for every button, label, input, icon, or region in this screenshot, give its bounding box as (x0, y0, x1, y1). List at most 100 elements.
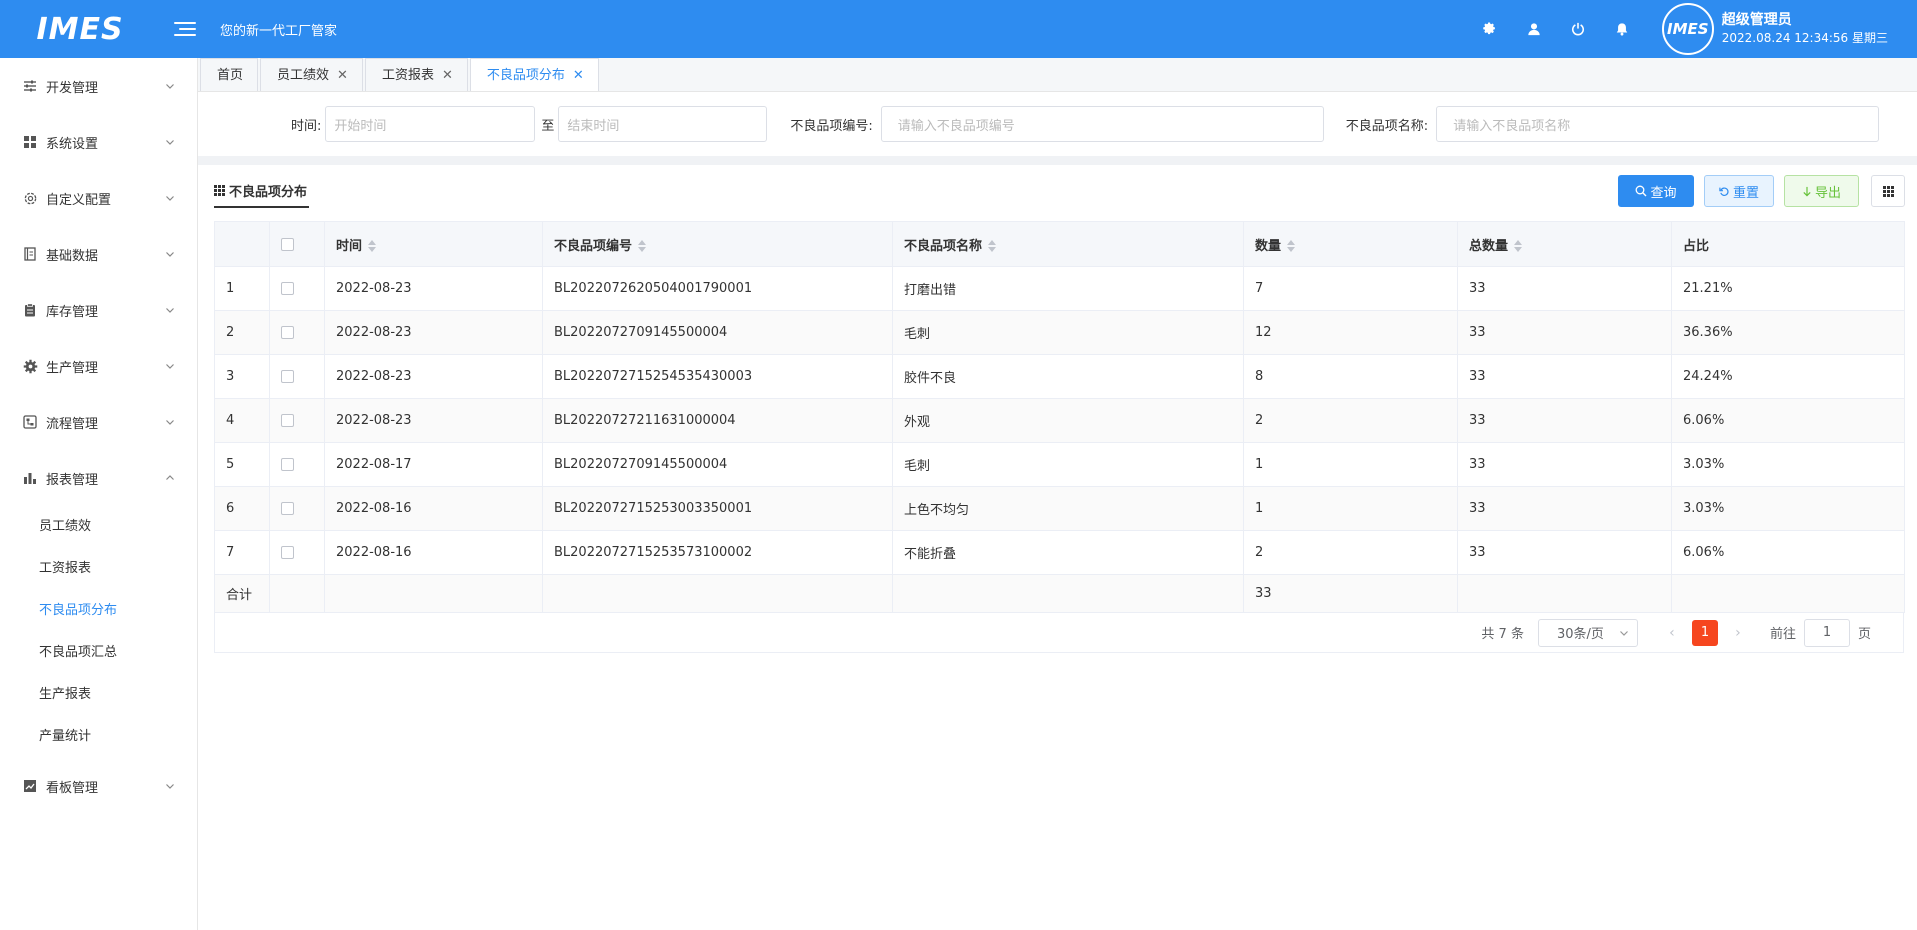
cell-index: 2 (214, 310, 270, 355)
cell-total: 33 (1457, 354, 1672, 399)
tab-label: 不良品项分布 (486, 67, 565, 83)
sort-icon[interactable] (1514, 240, 1523, 252)
table-row[interactable]: 6 2022-08-16 BL2022072715253003350001 上色… (214, 486, 1905, 531)
cell-checkbox[interactable] (269, 354, 325, 399)
header-select-all[interactable] (269, 221, 325, 267)
close-icon[interactable]: ✕ (442, 60, 453, 91)
select-all-checkbox[interactable] (281, 237, 294, 251)
tabs-bar: 首页 员工绩效 ✕ 工资报表 ✕ 不良品项分布 ✕ (198, 58, 1917, 92)
pagination: 共 7 条 30条/页 ‹ 1 › 前往 1 页 (214, 613, 1904, 653)
close-icon[interactable]: ✕ (337, 60, 348, 91)
chevron-up-icon (166, 475, 174, 480)
end-time-input[interactable]: 结束时间 (558, 106, 768, 142)
avatar[interactable]: IMES (1661, 3, 1714, 55)
sidebar-item-dev[interactable]: 开发管理 (0, 58, 197, 114)
sort-icon[interactable] (1287, 240, 1296, 252)
sort-icon[interactable] (638, 240, 647, 252)
header-code[interactable]: 不良品项编号 (542, 221, 893, 267)
cell-index: 7 (214, 530, 270, 575)
table-row[interactable]: 4 2022-08-23 BL20220727211631000004 外观 2… (214, 398, 1905, 443)
sidebar-item-dashboard[interactable]: 看板管理 (0, 758, 197, 814)
sidebar-item-system[interactable]: 系统设置 (0, 114, 197, 170)
tab-home[interactable]: 首页 (200, 58, 259, 91)
cell-total: 33 (1457, 530, 1672, 575)
header-time[interactable]: 时间 (324, 221, 543, 267)
row-checkbox[interactable] (281, 282, 294, 295)
row-checkbox[interactable] (281, 546, 294, 559)
table-row[interactable]: 2 2022-08-23 BL2022072709145500004 毛刺 12… (214, 310, 1905, 355)
export-button[interactable]: 导出 (1784, 175, 1859, 207)
sidebar-subitem-defect-distribution[interactable]: 不良品项分布 (0, 590, 197, 632)
power-icon[interactable] (1568, 19, 1588, 39)
defect-name-label: 不良品项名称: (1345, 118, 1429, 134)
cell-code: BL2022072715254535430003 (542, 354, 893, 399)
defect-name-input[interactable]: 请输入不良品项名称 (1436, 106, 1880, 142)
sidebar-subitem-output-stats[interactable]: 产量统计 (0, 716, 197, 758)
cell-name: 上色不均匀 (892, 486, 1244, 531)
table-row[interactable]: 7 2022-08-16 BL2022072715253573100002 不能… (214, 530, 1905, 575)
cell-checkbox[interactable] (269, 486, 325, 531)
cell-checkbox[interactable] (269, 530, 325, 575)
header-label: 占比 (1683, 238, 1710, 254)
close-icon[interactable]: ✕ (573, 60, 584, 91)
prev-page-icon[interactable]: ‹ (1658, 625, 1686, 641)
sidebar-item-custom[interactable]: 自定义配置 (0, 170, 197, 226)
sidebar-item-label: 系统设置 (46, 136, 99, 152)
sidebar-item-flow[interactable]: 流程管理 (0, 394, 197, 450)
tab-staff-performance[interactable]: 员工绩效 ✕ (260, 58, 363, 91)
user-icon[interactable] (1524, 19, 1544, 39)
menu-toggle-icon[interactable] (174, 18, 196, 40)
reset-button[interactable]: 重置 (1704, 175, 1774, 207)
header-name[interactable]: 不良品项名称 (892, 221, 1244, 267)
row-checkbox[interactable] (281, 326, 294, 339)
section-title-text: 不良品项分布 (229, 185, 308, 200)
sort-icon[interactable] (368, 240, 377, 252)
cell-checkbox[interactable] (269, 442, 325, 487)
sidebar-subitem-production-report[interactable]: 生产报表 (0, 674, 197, 716)
header-ratio: 占比 (1671, 221, 1905, 267)
table-row[interactable]: 1 2022-08-23 BL2022072620504001790001 打磨… (214, 266, 1905, 311)
sort-icon[interactable] (988, 240, 997, 252)
cell-checkbox[interactable] (269, 398, 325, 443)
cell-checkbox[interactable] (269, 266, 325, 311)
grid-icon (22, 134, 38, 150)
sidebar-item-basic-data[interactable]: 基础数据 (0, 226, 197, 282)
cell-name: 毛刺 (892, 442, 1244, 487)
row-checkbox[interactable] (281, 458, 294, 471)
sidebar-subitem-salary-report[interactable]: 工资报表 (0, 548, 197, 590)
sidebar-item-production[interactable]: 生产管理 (0, 338, 197, 394)
sidebar-subitem-staff-performance[interactable]: 员工绩效 (0, 506, 197, 548)
search-button[interactable]: 查询 (1618, 175, 1694, 207)
sidebar-item-reports[interactable]: 报表管理 (0, 450, 197, 506)
cell-ratio: 36.36% (1671, 310, 1905, 355)
goto-page-input[interactable]: 1 (1803, 618, 1850, 647)
sum-qty: 33 (1243, 574, 1458, 613)
cell-index: 3 (214, 354, 270, 399)
settings-gear-icon[interactable] (1480, 19, 1500, 39)
arrow-down-icon (1803, 186, 1811, 196)
cell-total: 33 (1457, 486, 1672, 531)
tab-salary-report[interactable]: 工资报表 ✕ (364, 58, 468, 91)
row-checkbox[interactable] (281, 370, 294, 383)
row-checkbox[interactable] (281, 502, 294, 515)
table-row[interactable]: 3 2022-08-23 BL2022072715254535430003 胶件… (214, 354, 1905, 399)
header-total[interactable]: 总数量 (1457, 221, 1672, 267)
cell-code: BL20220727211631000004 (542, 398, 893, 443)
defect-code-input[interactable]: 请输入不良品项编号 (880, 106, 1324, 142)
row-checkbox[interactable] (281, 414, 294, 427)
tab-defect-distribution[interactable]: 不良品项分布 ✕ (469, 58, 599, 91)
next-page-icon[interactable]: › (1724, 625, 1752, 641)
page-size-select[interactable]: 30条/页 (1537, 618, 1638, 647)
bell-icon[interactable] (1612, 19, 1632, 39)
start-time-input[interactable]: 开始时间 (325, 106, 536, 142)
page-number-current[interactable]: 1 (1691, 619, 1718, 646)
sidebar-item-label: 看板管理 (46, 780, 99, 796)
cell-checkbox[interactable] (269, 310, 325, 355)
sum-label: 合计 (214, 574, 270, 613)
cell-code: BL2022072709145500004 (542, 310, 893, 355)
sidebar-item-inventory[interactable]: 库存管理 (0, 282, 197, 338)
column-settings-button[interactable] (1871, 175, 1905, 207)
sidebar-subitem-defect-summary[interactable]: 不良品项汇总 (0, 632, 197, 674)
table-row[interactable]: 5 2022-08-17 BL2022072709145500004 毛刺 1 … (214, 442, 1905, 487)
header-qty[interactable]: 数量 (1243, 221, 1458, 267)
